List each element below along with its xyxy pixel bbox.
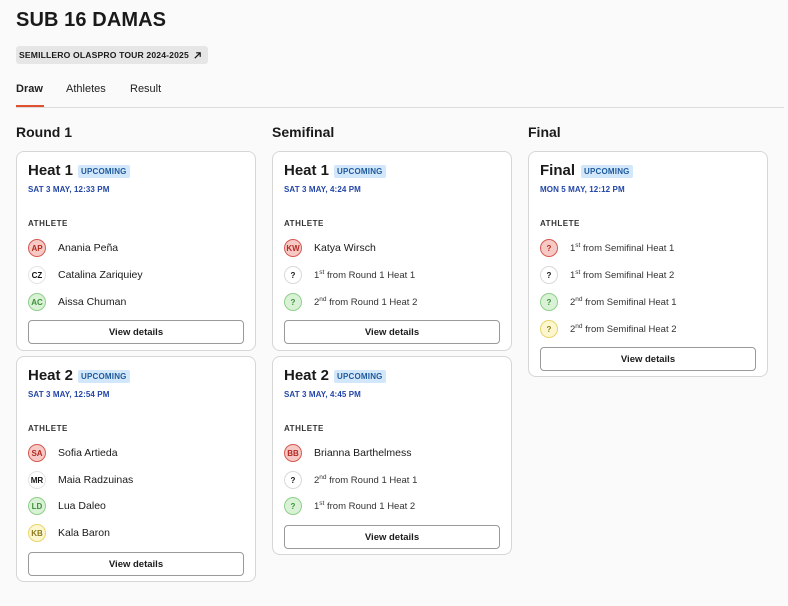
status-badge: UPCOMING — [581, 165, 633, 178]
tour-label: SEMILLERO OLASPRO TOUR 2024-2025 — [19, 50, 189, 60]
view-details-button[interactable]: View details — [540, 347, 756, 371]
placeholder-text: 1st from Round 1 Heat 1 — [314, 268, 416, 282]
athlete-row: ? 2nd from Round 1 Heat 1 — [284, 471, 417, 489]
heat-card-round1-heat1: Heat 1 UPCOMING SAT 3 MAY, 12:33 PM ATHL… — [16, 151, 256, 351]
placeholder-text: 1st from Round 1 Heat 2 — [314, 499, 416, 513]
athlete-row: SA Sofia Artieda — [28, 444, 118, 462]
athlete-header: ATHLETE — [28, 424, 68, 433]
athlete-name: Brianna Barthelmess — [314, 447, 412, 459]
unknown-athlete-icon: ? — [540, 239, 558, 257]
active-tab-indicator — [16, 105, 44, 107]
heat-card-final: Final UPCOMING MON 5 MAY, 12:12 PM ATHLE… — [528, 151, 768, 377]
athlete-row: ? 1st from Round 1 Heat 1 — [284, 266, 415, 284]
placeholder-text: 1st from Semifinal Heat 1 — [570, 241, 675, 255]
tab-draw[interactable]: Draw — [16, 83, 43, 95]
unknown-athlete-icon: ? — [284, 293, 302, 311]
view-details-button[interactable]: View details — [28, 320, 244, 344]
heat-date: MON 5 MAY, 12:12 PM — [540, 185, 625, 194]
avatar: AP — [28, 239, 46, 257]
heat-title: Final — [540, 162, 576, 179]
athlete-row: ? 1st from Semifinal Heat 1 — [540, 239, 674, 257]
view-details-button[interactable]: View details — [284, 320, 500, 344]
view-details-button[interactable]: View details — [284, 525, 500, 549]
column-title-semifinal: Semifinal — [272, 124, 335, 140]
unknown-athlete-icon: ? — [284, 471, 302, 489]
tab-athletes[interactable]: Athletes — [66, 83, 106, 95]
athlete-row: MR Maia Radzuinas — [28, 471, 133, 489]
avatar: MR — [28, 471, 46, 489]
avatar: BB — [284, 444, 302, 462]
athlete-row: ? 2nd from Semifinal Heat 1 — [540, 293, 677, 311]
avatar: SA — [28, 444, 46, 462]
athlete-row: LD Lua Daleo — [28, 497, 106, 515]
athlete-name: Aissa Chuman — [58, 296, 127, 308]
heat-title: Heat 2 — [284, 367, 330, 384]
heat-card-round1-heat2: Heat 2 UPCOMING SAT 3 MAY, 12:54 PM ATHL… — [16, 356, 256, 582]
athlete-name: Katya Wirsch — [314, 242, 376, 254]
column-title-final: Final — [528, 124, 561, 140]
avatar: KW — [284, 239, 302, 257]
athlete-row: AC Aissa Chuman — [28, 293, 126, 311]
unknown-athlete-icon: ? — [540, 320, 558, 338]
placeholder-text: 2nd from Semifinal Heat 2 — [570, 322, 677, 336]
athlete-row: CZ Catalina Zariquiey — [28, 266, 143, 284]
athlete-row: KW Katya Wirsch — [284, 239, 376, 257]
column-title-round-1: Round 1 — [16, 124, 72, 140]
placeholder-text: 2nd from Round 1 Heat 1 — [314, 473, 418, 487]
tour-link[interactable]: SEMILLERO OLASPRO TOUR 2024-2025 — [16, 46, 208, 64]
athlete-header: ATHLETE — [284, 219, 324, 228]
athlete-name: Maia Radzuinas — [58, 474, 134, 486]
external-link-icon — [194, 51, 201, 59]
status-badge: UPCOMING — [334, 165, 386, 178]
athlete-row: KB Kala Baron — [28, 524, 110, 542]
athlete-row: AP Anania Peña — [28, 239, 118, 257]
heat-title: Heat 1 — [28, 162, 74, 179]
athlete-name: Kala Baron — [58, 527, 110, 539]
unknown-athlete-icon: ? — [540, 293, 558, 311]
heat-card-semifinal-heat2: Heat 2 UPCOMING SAT 3 MAY, 4:45 PM ATHLE… — [272, 356, 512, 555]
heat-title: Heat 1 — [284, 162, 330, 179]
avatar: KB — [28, 524, 46, 542]
heat-date: SAT 3 MAY, 12:33 PM — [28, 185, 110, 194]
unknown-athlete-icon: ? — [284, 497, 302, 515]
athlete-row: ? 2nd from Round 1 Heat 2 — [284, 293, 417, 311]
tab-result[interactable]: Result — [130, 83, 161, 95]
heat-date: SAT 3 MAY, 12:54 PM — [28, 390, 110, 399]
heat-date: SAT 3 MAY, 4:45 PM — [284, 390, 361, 399]
athlete-header: ATHLETE — [284, 424, 324, 433]
athlete-row: ? 1st from Semifinal Heat 2 — [540, 266, 674, 284]
athlete-header: ATHLETE — [28, 219, 68, 228]
athlete-name: Catalina Zariquiey — [58, 269, 143, 281]
heat-date: SAT 3 MAY, 4:24 PM — [284, 185, 361, 194]
athlete-row: ? 2nd from Semifinal Heat 2 — [540, 320, 677, 338]
placeholder-text: 1st from Semifinal Heat 2 — [570, 268, 675, 282]
placeholder-text: 2nd from Round 1 Heat 2 — [314, 295, 418, 309]
athlete-row: ? 1st from Round 1 Heat 2 — [284, 497, 415, 515]
status-badge: UPCOMING — [78, 165, 130, 178]
status-badge: UPCOMING — [334, 370, 386, 383]
tab-bar: Draw Athletes Result — [16, 82, 784, 108]
placeholder-text: 2nd from Semifinal Heat 1 — [570, 295, 677, 309]
page-title: SUB 16 DAMAS — [16, 9, 167, 31]
athlete-row: BB Brianna Barthelmess — [284, 444, 411, 462]
heat-card-semifinal-heat1: Heat 1 UPCOMING SAT 3 MAY, 4:24 PM ATHLE… — [272, 151, 512, 351]
avatar: LD — [28, 497, 46, 515]
heat-title: Heat 2 — [28, 367, 74, 384]
athlete-name: Anania Peña — [58, 242, 119, 254]
athlete-header: ATHLETE — [540, 219, 580, 228]
athlete-name: Sofia Artieda — [58, 447, 118, 459]
view-details-button[interactable]: View details — [28, 552, 244, 576]
unknown-athlete-icon: ? — [284, 266, 302, 284]
status-badge: UPCOMING — [78, 370, 130, 383]
avatar: AC — [28, 293, 46, 311]
unknown-athlete-icon: ? — [540, 266, 558, 284]
athlete-name: Lua Daleo — [58, 500, 106, 512]
avatar: CZ — [28, 266, 46, 284]
